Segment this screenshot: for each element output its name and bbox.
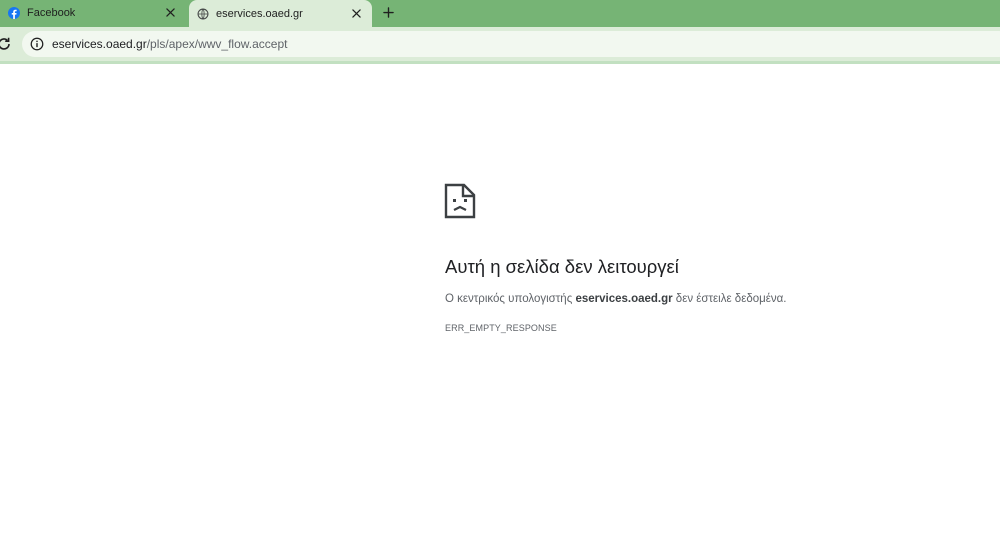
page-content: Αυτή η σελίδα δεν λειτουργεί Ο κεντρικός… [0, 64, 1000, 552]
close-icon[interactable] [164, 7, 176, 19]
tab-strip: Facebook eservices.oaed.gr [0, 0, 1000, 27]
browser-window: Facebook eservices.oaed.gr eservices.oae… [0, 0, 1000, 552]
error-host: eservices.oaed.gr [575, 293, 673, 305]
url-path: /pls/apex/wwv_flow.accept [146, 37, 288, 51]
globe-icon [197, 8, 209, 19]
plus-icon [382, 6, 394, 18]
tab-eservices[interactable]: eservices.oaed.gr [189, 0, 372, 27]
address-bar[interactable]: eservices.oaed.gr/pls/apex/wwv_flow.acce… [22, 31, 1000, 57]
new-tab-button[interactable] [378, 2, 398, 22]
facebook-icon [8, 6, 20, 19]
tab-title: eservices.oaed.gr [216, 7, 303, 20]
tab-facebook[interactable]: Facebook [0, 0, 186, 25]
error-description-end: δεν έστειλε δεδομένα. [672, 293, 787, 305]
reload-icon[interactable] [0, 36, 12, 52]
sad-page-icon [444, 183, 476, 219]
error-description: Ο κεντρικός υπολογιστής eservices.oaed.g… [445, 293, 786, 305]
close-icon[interactable] [350, 8, 362, 20]
url-text: eservices.oaed.gr/pls/apex/wwv_flow.acce… [52, 37, 287, 51]
tab-title: Facebook [27, 6, 76, 19]
info-icon[interactable] [30, 37, 44, 51]
error-title: Αυτή η σελίδα δεν λειτουργεί [445, 256, 679, 277]
error-description-start: Ο κεντρικός υπολογιστής [445, 293, 576, 305]
url-host: eservices.oaed.gr [52, 37, 147, 51]
error-code: ERR_EMPTY_RESPONSE [445, 323, 557, 333]
toolbar: eservices.oaed.gr/pls/apex/wwv_flow.acce… [0, 27, 1000, 64]
